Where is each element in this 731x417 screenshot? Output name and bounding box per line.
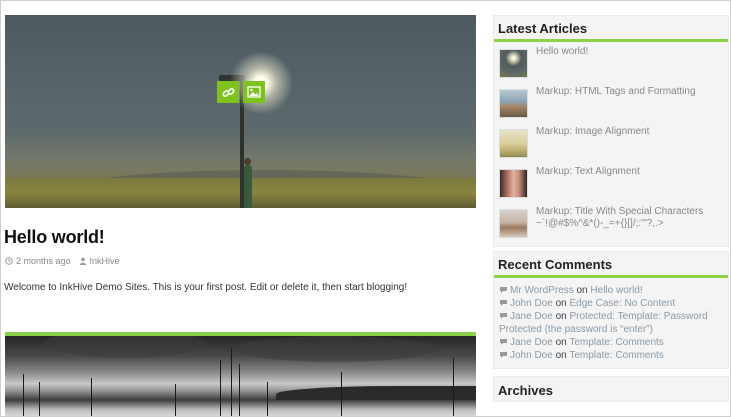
list-item: John Doe on Template: Comments: [499, 349, 724, 362]
link-icon[interactable]: [217, 81, 239, 103]
article-link[interactable]: Markup: Image Alignment: [536, 126, 649, 138]
comment-author[interactable]: John Doe: [510, 298, 553, 309]
article-link[interactable]: Hello world!: [536, 46, 588, 58]
archives-title: Archives: [498, 383, 553, 398]
comment-on-label: on: [555, 298, 567, 309]
comment-post-link[interactable]: Edge Case: No Content: [570, 298, 676, 309]
list-item[interactable]: Hello world!: [499, 44, 728, 84]
article-link[interactable]: Markup: Title With Special Characters ~`…: [536, 206, 728, 230]
comment-author[interactable]: John Doe: [510, 350, 553, 361]
main-content: Hello world! 2 months ago InkHive Welcom…: [4, 15, 476, 293]
page-frame: Hello world! 2 months ago InkHive Welcom…: [0, 0, 731, 417]
article-thumbnail[interactable]: [499, 169, 528, 198]
list-item: Jane Doe on Template: Comments: [499, 336, 724, 349]
recent-comments-widget: Recent Comments Mr WordPress on Hello wo…: [493, 251, 729, 369]
post-card: Hello world! 2 months ago InkHive Welcom…: [4, 15, 476, 293]
comment-author[interactable]: Jane Doe: [510, 337, 553, 348]
comment-on-label: on: [555, 311, 567, 322]
article-link[interactable]: Markup: Text Alignment: [536, 166, 640, 178]
list-item: Mr WordPress on Hello world!: [499, 284, 724, 297]
post-date: 2 months ago: [5, 256, 71, 266]
post-excerpt: Welcome to InkHive Demo Sites. This is y…: [4, 282, 408, 293]
article-thumbnail[interactable]: [499, 49, 528, 78]
comment-author[interactable]: Mr WordPress: [510, 285, 574, 296]
comment-on-label: on: [555, 350, 567, 361]
recent-comments-list: Mr WordPress on Hello world! John Doe on…: [494, 278, 728, 368]
comment-post-link[interactable]: Hello world!: [590, 285, 642, 296]
user-icon: [79, 257, 86, 265]
comment-icon: [500, 313, 507, 319]
article-thumbnail[interactable]: [499, 89, 528, 118]
image-hover-actions: [217, 81, 265, 103]
article-thumbnail[interactable]: [499, 129, 528, 158]
article-link[interactable]: Markup: HTML Tags and Formatting: [536, 86, 696, 98]
comment-post-link[interactable]: Template: Comments: [569, 350, 663, 361]
image-icon[interactable]: [243, 81, 265, 103]
comment-on-label: on: [576, 285, 588, 296]
person-figure: [244, 158, 252, 208]
clock-icon: [5, 257, 13, 265]
featured-image[interactable]: [5, 15, 476, 208]
comment-author[interactable]: Jane Doe: [510, 311, 553, 322]
archives-widget: Archives: [493, 376, 729, 402]
article-thumbnail[interactable]: [499, 209, 528, 238]
recent-comments-title: Recent Comments: [494, 252, 728, 278]
featured-image-next[interactable]: [5, 336, 476, 416]
list-item[interactable]: Markup: Title With Special Characters ~`…: [499, 204, 728, 244]
sidebar: Latest Articles Hello world! Markup: HTM…: [493, 15, 729, 402]
list-item[interactable]: Markup: HTML Tags and Formatting: [499, 84, 728, 124]
latest-articles-title: Latest Articles: [494, 16, 728, 42]
comment-icon: [500, 352, 507, 358]
post-author[interactable]: InkHive: [79, 256, 120, 266]
comment-icon: [500, 287, 507, 293]
list-item[interactable]: Markup: Text Alignment: [499, 164, 728, 204]
list-item: Jane Doe on Protected: Template: Passwor…: [499, 310, 724, 336]
comment-on-label: on: [555, 337, 567, 348]
list-item[interactable]: Markup: Image Alignment: [499, 124, 728, 164]
post-meta: 2 months ago InkHive: [5, 256, 476, 266]
latest-articles-widget: Latest Articles Hello world! Markup: HTM…: [493, 15, 729, 247]
post-author-text: InkHive: [89, 256, 120, 266]
comment-post-link[interactable]: Template: Comments: [569, 337, 663, 348]
comment-icon: [500, 300, 507, 306]
list-item: John Doe on Edge Case: No Content: [499, 297, 724, 310]
comment-icon: [500, 339, 507, 345]
latest-articles-list: Hello world! Markup: HTML Tags and Forma…: [494, 42, 728, 246]
post-title[interactable]: Hello world!: [4, 227, 476, 248]
post-date-text: 2 months ago: [16, 256, 71, 266]
